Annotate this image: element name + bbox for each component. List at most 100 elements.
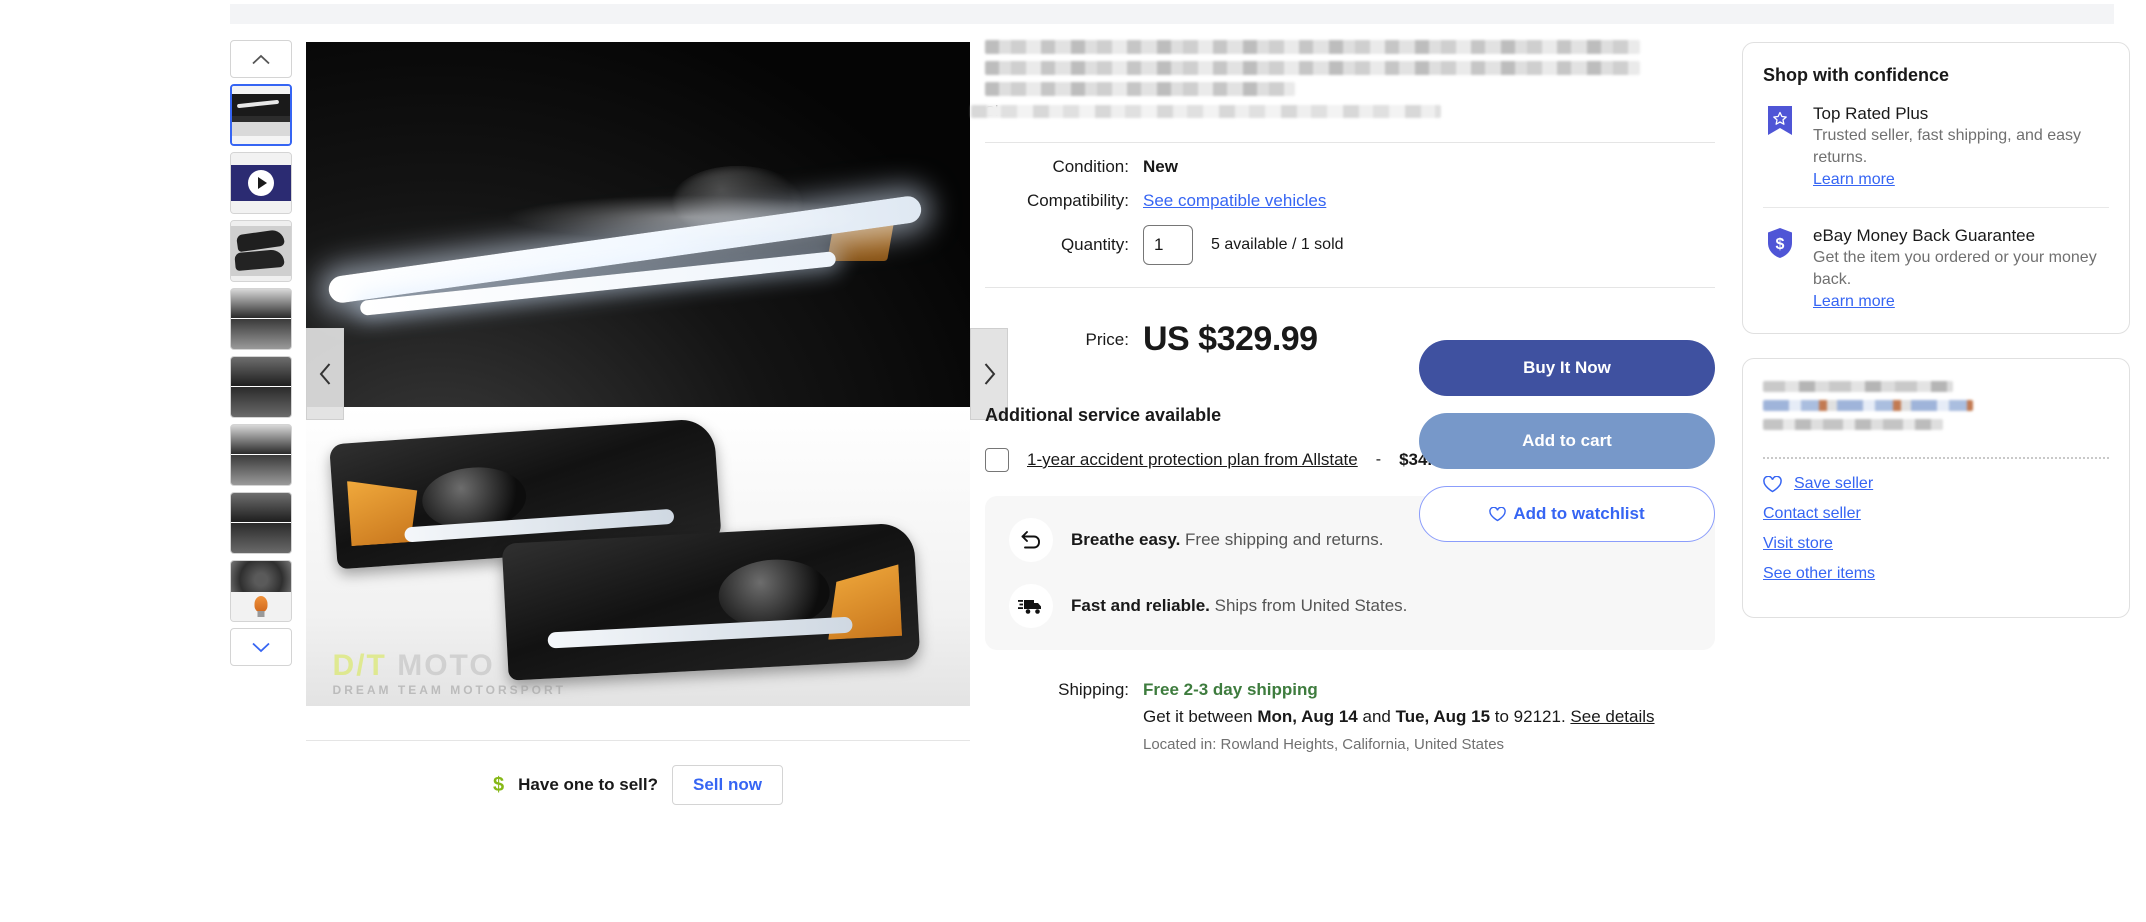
price-value: US $329.99 xyxy=(1143,320,1318,358)
title-divider xyxy=(985,142,1715,143)
top-rated-plus-heading: Top Rated Plus xyxy=(1813,104,1929,123)
chevron-down-icon xyxy=(252,642,270,652)
image-prev-button[interactable] xyxy=(306,328,344,420)
thumbnail-scroll-down-button[interactable] xyxy=(230,628,292,666)
item-title-redacted xyxy=(985,40,1715,96)
money-back-learn-more-link[interactable]: Learn more xyxy=(1813,293,1895,311)
money-back-guarantee-heading: eBay Money Back Guarantee xyxy=(1813,226,2036,246)
buy-it-now-button[interactable]: Buy It Now xyxy=(1419,340,1715,396)
dollar-sign-icon: $ xyxy=(493,773,505,796)
contact-seller-row: Contact seller xyxy=(1763,505,2109,523)
add-to-watchlist-label: Add to watchlist xyxy=(1513,504,1645,523)
return-arrow-icon xyxy=(1009,518,1053,562)
thumbnail-image xyxy=(231,153,291,213)
thumbnail-2-video[interactable] xyxy=(230,152,292,214)
quantity-label: Quantity: xyxy=(1060,235,1129,254)
thumbnail-5-detail-closeup[interactable] xyxy=(230,356,292,418)
item-details-column: Sh Condition: New Compatibility: See com… xyxy=(971,40,1715,753)
play-icon xyxy=(248,170,274,196)
left-margin xyxy=(0,24,228,922)
top-rated-badge-icon xyxy=(1763,104,1797,138)
compatibility-label: Compatibility: xyxy=(1026,191,1129,210)
chevron-left-icon xyxy=(319,363,330,385)
have-one-to-sell-row: $ Have one to sell? Sell now xyxy=(306,740,970,805)
thumbnail-image xyxy=(232,86,290,144)
delivery-truck-icon xyxy=(1009,584,1053,628)
save-seller-row: Save seller xyxy=(1763,475,2109,493)
promo-shipping-text: Fast and reliable. Ships from United Sta… xyxy=(1071,596,1407,616)
subtitle-redacted-row: Sh xyxy=(971,103,1715,120)
subtitle-redacted xyxy=(971,105,1442,118)
item-location: Located in: Rowland Heights, California,… xyxy=(1143,735,1505,753)
thumbnail-8-bulb-socket[interactable] xyxy=(230,560,292,622)
have-one-to-sell-label: Have one to sell? xyxy=(518,775,658,794)
see-compatible-vehicles-link[interactable]: See compatible vehicles xyxy=(1143,191,1326,211)
top-rated-plus-desc: Trusted seller, fast shipping, and easy … xyxy=(1813,127,2081,166)
price-label: Price: xyxy=(1085,330,1129,349)
thumbnail-image xyxy=(231,561,291,621)
seller-card: Save seller Contact seller Visit store S… xyxy=(1742,358,2130,619)
purchase-buttons: Buy It Now Add to cart Add to watchlist xyxy=(1419,340,1715,559)
promo-shipping-bold: Fast and reliable. xyxy=(1071,596,1210,615)
main-product-image[interactable]: D/T MOTO DREAM TEAM MOTORSPORT xyxy=(306,42,970,706)
thumbnail-7-led-strip-detail[interactable] xyxy=(230,492,292,554)
compatibility-row: Compatibility: See compatible vehicles xyxy=(985,191,1715,211)
promo-shipping-rest: Ships from United States. xyxy=(1209,596,1408,615)
quantity-input[interactable] xyxy=(1143,225,1193,265)
right-sidebar: Shop with confidence Top Rated Plus Trus… xyxy=(1742,42,2130,619)
top-rated-plus-learn-more-link[interactable]: Learn more xyxy=(1813,171,1895,189)
watermark-brand-secondary: MOTO xyxy=(397,649,495,683)
save-seller-link[interactable]: Save seller xyxy=(1794,475,1873,493)
allstate-protection-checkbox[interactable] xyxy=(985,448,1009,472)
quantity-divider xyxy=(985,287,1715,288)
sell-now-button[interactable]: Sell now xyxy=(671,765,783,805)
top-rated-plus-row: Top Rated Plus Trusted seller, fast ship… xyxy=(1763,104,2109,189)
thumbnail-image xyxy=(231,357,291,417)
seller-info-redacted xyxy=(1763,381,2109,441)
money-back-shield-icon: $ xyxy=(1763,226,1797,260)
confidence-divider xyxy=(1763,207,2109,209)
see-other-items-link[interactable]: See other items xyxy=(1763,565,1875,583)
thumbnail-4-headlight-angles[interactable] xyxy=(230,288,292,350)
contact-seller-link[interactable]: Contact seller xyxy=(1763,505,1861,523)
light-glow xyxy=(505,195,871,240)
eta-mid: and xyxy=(1357,707,1396,726)
promo-shipping-row: Fast and reliable. Ships from United Sta… xyxy=(1009,584,1691,628)
thumbnail-image xyxy=(231,289,291,349)
shipping-details: Free 2-3 day shipping Get it between Mon… xyxy=(1143,680,1715,753)
visit-store-link[interactable]: Visit store xyxy=(1763,535,1833,553)
product-photo: D/T MOTO DREAM TEAM MOTORSPORT xyxy=(306,42,970,706)
thumbnail-1-headlight-pair-lit[interactable] xyxy=(230,84,292,146)
thumbnail-strip xyxy=(230,40,292,672)
condition-value: New xyxy=(1143,157,1178,176)
seller-divider xyxy=(1763,457,2109,460)
seller-watermark: D/T MOTO DREAM TEAM MOTORSPORT xyxy=(332,649,566,698)
quantity-row: Quantity: 5 available / 1 sold xyxy=(985,225,1715,265)
eta-date-end: Tue, Aug 15 xyxy=(1395,707,1491,726)
allstate-separator: - xyxy=(1375,451,1382,468)
heart-icon xyxy=(1489,506,1507,521)
eta-suffix: to 92121. xyxy=(1490,707,1571,726)
watermark-brand-primary: D/T xyxy=(332,649,387,683)
thumbnail-3-headlight-pair[interactable] xyxy=(230,220,292,282)
eta-date-start: Mon, Aug 14 xyxy=(1257,707,1358,726)
thumbnail-6-projector-detail[interactable] xyxy=(230,424,292,486)
thumbnail-scroll-up-button[interactable] xyxy=(230,40,292,78)
eta-prefix: Get it between xyxy=(1143,707,1258,726)
shop-with-confidence-card: Shop with confidence Top Rated Plus Trus… xyxy=(1742,42,2130,335)
see-details-link[interactable]: See details xyxy=(1570,707,1654,726)
add-to-watchlist-button[interactable]: Add to watchlist xyxy=(1419,486,1715,542)
heart-icon xyxy=(1763,475,1782,493)
visit-store-row: Visit store xyxy=(1763,535,2109,553)
photo-upper-lit-headlight xyxy=(306,42,970,408)
allstate-plan-link[interactable]: 1-year accident protection plan from All… xyxy=(1027,450,1358,470)
add-to-cart-button[interactable]: Add to cart xyxy=(1419,413,1715,469)
chevron-up-icon xyxy=(252,54,270,64)
svg-text:$: $ xyxy=(1776,236,1785,253)
promo-returns-rest: Free shipping and returns. xyxy=(1180,530,1384,549)
condition-row: Condition: New xyxy=(985,157,1715,177)
availability-text: 5 available / 1 sold xyxy=(1211,236,1344,253)
browser-top-band xyxy=(230,4,2114,24)
watermark-tagline: DREAM TEAM MOTORSPORT xyxy=(332,683,566,698)
bulb-icon xyxy=(254,596,268,618)
